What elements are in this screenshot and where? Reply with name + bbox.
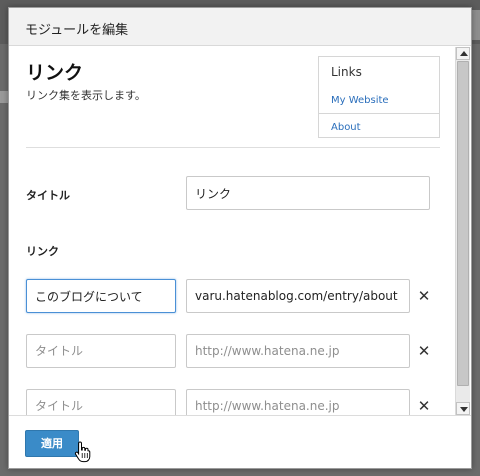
content-scrollbar[interactable] bbox=[455, 47, 470, 415]
module-description: リンク集を表示します。 bbox=[26, 89, 146, 102]
close-icon[interactable]: ✕ bbox=[416, 398, 432, 414]
link-title-input[interactable] bbox=[26, 389, 176, 415]
link-title-input[interactable] bbox=[26, 334, 176, 368]
background-fragment-left bbox=[0, 91, 8, 103]
dialog-header: モジュールを編集 bbox=[9, 8, 471, 46]
close-icon[interactable]: ✕ bbox=[416, 288, 432, 304]
scroll-down-button[interactable] bbox=[456, 402, 470, 415]
scroll-up-button[interactable] bbox=[456, 47, 470, 60]
preview-title: Links bbox=[331, 65, 362, 79]
dialog-content: リンク リンク集を表示します。 Links My Website About タ… bbox=[9, 47, 454, 415]
title-field-label: タイトル bbox=[26, 189, 70, 202]
preview-link: My Website bbox=[331, 95, 389, 106]
link-title-input[interactable] bbox=[26, 279, 176, 313]
arrow-up-icon bbox=[460, 51, 468, 56]
preview-link: About bbox=[331, 122, 361, 133]
dialog-footer: 適用 bbox=[9, 415, 471, 468]
module-name: リンク bbox=[26, 62, 84, 84]
edit-module-dialog: モジュールを編集 リンク リンク集を表示します。 Links My Websit… bbox=[8, 7, 472, 469]
background-fragment bbox=[471, 10, 480, 40]
preview-divider bbox=[319, 113, 439, 114]
link-url-input[interactable] bbox=[186, 334, 410, 368]
section-divider bbox=[26, 147, 440, 148]
scrollbar-thumb[interactable] bbox=[457, 61, 469, 386]
arrow-down-icon bbox=[460, 407, 468, 412]
module-preview: Links My Website About bbox=[318, 56, 440, 138]
close-icon[interactable]: ✕ bbox=[416, 343, 432, 359]
apply-button[interactable]: 適用 bbox=[25, 430, 79, 457]
dialog-title: モジュールを編集 bbox=[25, 23, 129, 38]
module-title-input[interactable] bbox=[186, 176, 430, 210]
hand-cursor-icon bbox=[74, 441, 91, 463]
links-section-label: リンク bbox=[26, 245, 59, 258]
link-url-input[interactable] bbox=[186, 389, 410, 415]
link-url-input[interactable] bbox=[186, 279, 410, 313]
